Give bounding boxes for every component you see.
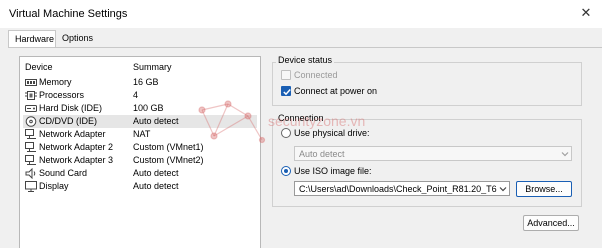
- device-row-network-adapter-3[interactable]: Network Adapter 3 Custom (VMnet2): [23, 154, 257, 167]
- device-row-display[interactable]: Display Auto detect: [23, 180, 257, 193]
- network-adapter-icon: [25, 142, 36, 152]
- hard-disk-icon: [25, 105, 37, 112]
- device-name: Processors: [39, 90, 85, 100]
- memory-icon: [25, 79, 37, 86]
- iso-image-path-select[interactable]: C:\Users\ad\Downloads\Check_Point_R81.20…: [294, 181, 510, 196]
- chevron-down-icon: [499, 187, 507, 192]
- device-summary: Auto detect: [133, 116, 179, 126]
- checkmark-icon: [283, 89, 291, 96]
- device-row-sound-card[interactable]: Sound Card Auto detect: [23, 167, 257, 180]
- device-summary: Auto detect: [133, 168, 179, 178]
- chevron-down-icon: [561, 152, 569, 157]
- processor-icon: [25, 91, 37, 100]
- tab-options[interactable]: Options: [56, 30, 100, 48]
- device-name: Network Adapter: [39, 129, 106, 139]
- connect-at-power-on-checkbox[interactable]: [281, 86, 291, 96]
- device-name: Network Adapter 2: [39, 142, 114, 152]
- device-summary: Auto detect: [133, 181, 179, 191]
- network-adapter-icon: [25, 155, 36, 165]
- advanced-button[interactable]: Advanced...: [523, 215, 579, 231]
- use-iso-image-radio[interactable]: [281, 166, 291, 176]
- device-summary: NAT: [133, 129, 151, 139]
- device-row-memory[interactable]: Memory 16 GB: [23, 76, 257, 89]
- connected-label: Connected: [294, 70, 338, 80]
- window-title: Virtual Machine Settings: [9, 8, 128, 20]
- device-summary: Custom (VMnet2): [133, 155, 204, 165]
- device-name: CD/DVD (IDE): [39, 116, 97, 126]
- physical-drive-select[interactable]: Auto detect: [294, 146, 572, 161]
- tab-divider: [8, 47, 602, 48]
- network-adapter-icon: [25, 129, 36, 139]
- device-name: Hard Disk (IDE): [39, 103, 103, 113]
- watermark-logo-icon: [198, 100, 266, 144]
- device-name: Display: [39, 181, 69, 191]
- column-header-device[interactable]: Device: [25, 62, 53, 72]
- device-name: Sound Card: [39, 168, 88, 178]
- device-summary: 100 GB: [133, 103, 164, 113]
- use-iso-image-label: Use ISO image file:: [294, 166, 372, 176]
- device-name: Memory: [39, 77, 72, 87]
- tab-hardware[interactable]: Hardware: [8, 30, 56, 48]
- close-icon[interactable]: ✕: [579, 5, 593, 21]
- display-icon: [25, 181, 37, 192]
- title-bar: Virtual Machine Settings ✕: [0, 0, 602, 28]
- cd-dvd-icon: [25, 116, 37, 127]
- device-name: Network Adapter 3: [39, 155, 114, 165]
- browse-button[interactable]: Browse...: [516, 181, 572, 197]
- sound-card-icon: [25, 168, 36, 179]
- device-status-label: Device status: [276, 55, 335, 65]
- device-summary: 16 GB: [133, 77, 159, 87]
- physical-drive-value: Auto detect: [299, 149, 345, 159]
- iso-image-path-value: C:\Users\ad\Downloads\Check_Point_R81.20…: [299, 184, 497, 194]
- connect-at-power-on-label: Connect at power on: [294, 86, 378, 96]
- watermark-text: securityzone.vn: [268, 113, 366, 129]
- use-physical-drive-radio[interactable]: [281, 128, 291, 138]
- use-physical-drive-label: Use physical drive:: [294, 128, 370, 138]
- column-header-summary[interactable]: Summary: [133, 62, 172, 72]
- device-summary: 4: [133, 90, 139, 100]
- device-status-group: [272, 62, 582, 106]
- connected-checkbox[interactable]: [281, 70, 291, 80]
